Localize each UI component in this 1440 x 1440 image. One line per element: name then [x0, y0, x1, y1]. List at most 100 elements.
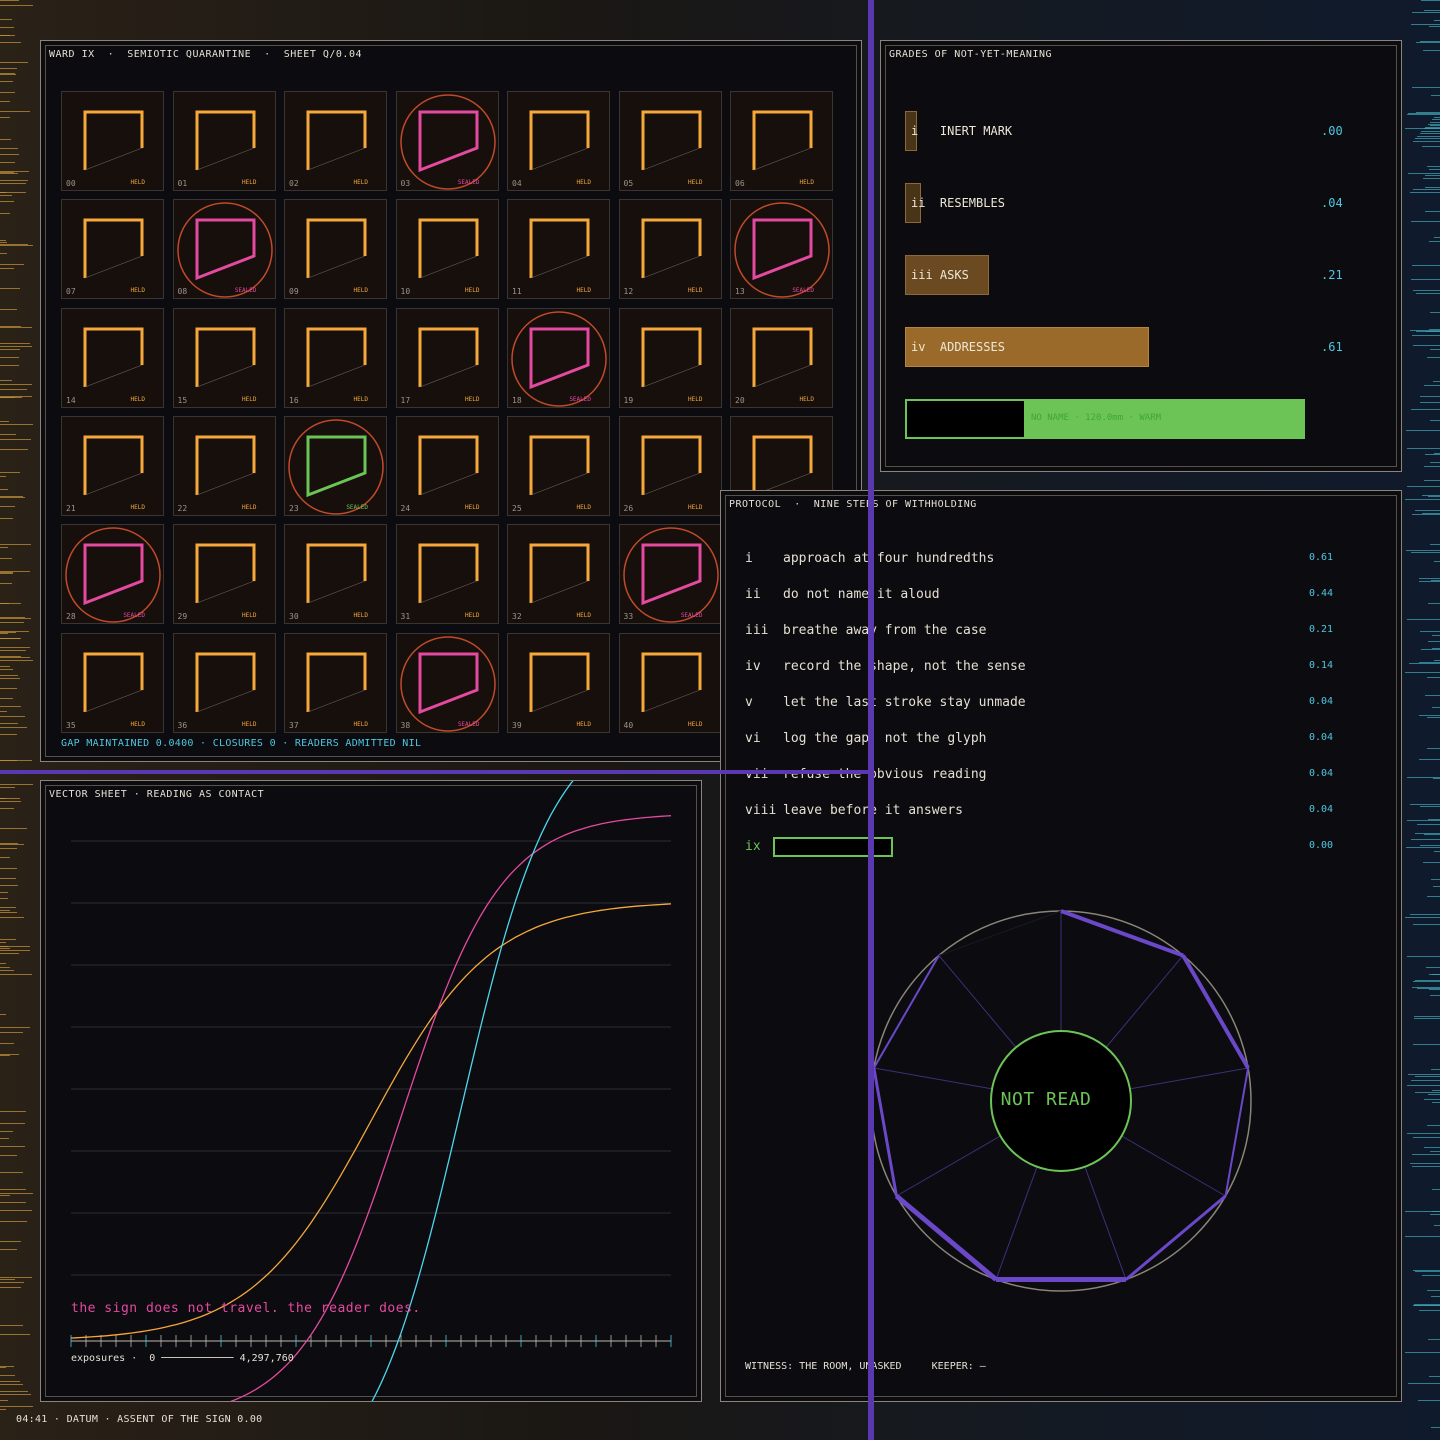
tick-mark	[0, 656, 21, 657]
quarantine-cell[interactable]: 33 SEALED	[618, 524, 722, 625]
cell-status-tag: HELD	[465, 612, 480, 620]
tick-mark	[0, 365, 19, 366]
sealed-glyph	[752, 218, 813, 281]
held-glyph	[306, 327, 367, 387]
cell-number: 24	[400, 503, 411, 513]
quarantine-cell[interactable]: 06 HELD	[730, 91, 833, 191]
quarantine-cell[interactable]: 13 SEALED	[730, 199, 833, 300]
glyph-mark	[83, 652, 144, 712]
quarantine-cell[interactable]: 15 HELD	[172, 307, 276, 408]
quarantine-cell[interactable]: 25 HELD	[507, 415, 610, 516]
unmade-stroke	[307, 689, 366, 712]
quarantine-cell[interactable]: 23 SEALED	[284, 415, 387, 516]
quarantine-cell[interactable]: 00 HELD	[61, 91, 164, 191]
tick-mark	[1408, 1074, 1440, 1075]
tick-mark	[1405, 499, 1440, 500]
quarantine-cell[interactable]: 08 SEALED	[172, 199, 276, 300]
cell-status-tag: HELD	[353, 395, 368, 403]
tick-mark	[1431, 1296, 1440, 1297]
quarantine-cell[interactable]: 16 HELD	[284, 307, 387, 408]
quarantine-cell[interactable]: 17 HELD	[395, 307, 499, 408]
held-glyph	[418, 327, 478, 387]
tick-mark	[0, 1193, 33, 1194]
quarantine-cell[interactable]: 09 HELD	[284, 199, 387, 300]
quarantine-cell[interactable]: 40 HELD	[618, 632, 722, 733]
tick-mark	[1419, 1310, 1440, 1311]
quarantine-cell[interactable]: 26 HELD	[618, 415, 722, 516]
cell-status-tag: HELD	[688, 287, 703, 295]
unmade-stroke	[196, 472, 254, 496]
witness-line: WITNESS: THE ROOM, UNASKED KEEPER: —	[745, 1361, 986, 1372]
quarantine-cell[interactable]: 14 HELD	[61, 307, 164, 408]
vector-sheet-panel: VECTOR SHEET · READING AS CONTACT the si…	[40, 780, 702, 1402]
quarantine-cell[interactable]: 29 HELD	[172, 524, 276, 625]
quarantine-cell[interactable]: 22 HELD	[172, 415, 276, 516]
tick-mark	[1430, 312, 1440, 313]
tick-mark	[1433, 381, 1440, 382]
tick-mark	[0, 603, 9, 604]
quarantine-cell[interactable]: 11 HELD	[507, 199, 610, 300]
quarantine-cell[interactable]: 20 HELD	[730, 307, 833, 408]
tick-mark	[1434, 851, 1440, 852]
unmade-stroke	[307, 364, 366, 387]
quarantine-cell[interactable]: 10 HELD	[395, 199, 499, 300]
tick-mark	[1411, 839, 1440, 840]
quarantine-cell[interactable]: 30 HELD	[284, 524, 387, 625]
quarantine-cell[interactable]: 24 HELD	[395, 415, 499, 516]
left-tick-strip	[0, 0, 40, 1440]
tick-mark	[1413, 345, 1440, 346]
quarantine-cell[interactable]: 36 HELD	[172, 632, 276, 733]
tick-mark	[0, 760, 32, 761]
right-tick-strip	[1400, 0, 1440, 1440]
tick-mark	[0, 380, 12, 381]
quarantine-cell[interactable]: 07 HELD	[61, 199, 164, 300]
tick-mark	[0, 1123, 25, 1124]
quarantine-cell[interactable]: 39 HELD	[507, 632, 610, 733]
tick-mark	[0, 660, 33, 661]
tick-mark	[1412, 335, 1440, 336]
dial-edge	[872, 1067, 898, 1197]
tick-mark	[0, 844, 24, 845]
glyph-mark	[418, 435, 478, 496]
tick-mark	[1423, 178, 1440, 179]
glyph-mark	[418, 543, 478, 604]
quarantine-cell[interactable]: 05 HELD	[618, 91, 722, 191]
tick-mark	[1432, 119, 1440, 120]
quarantine-cell[interactable]: 21 HELD	[61, 415, 164, 516]
quarantine-cell[interactable]: 02 HELD	[284, 91, 387, 191]
quarantine-cell[interactable]: 35 HELD	[61, 632, 164, 733]
dial-spoke	[938, 955, 1017, 1048]
cell-status-tag: HELD	[465, 503, 480, 511]
tick-mark	[0, 1241, 21, 1242]
quarantine-cell[interactable]: 01 HELD	[172, 91, 276, 191]
tick-mark	[1406, 847, 1440, 848]
cell-number: 39	[512, 720, 522, 730]
quarantine-cell[interactable]: 31 HELD	[395, 524, 499, 625]
tick-mark	[1419, 759, 1440, 760]
cell-status-tag: SEALED	[457, 720, 480, 728]
quarantine-cell[interactable]: 12 HELD	[618, 199, 722, 300]
tick-mark	[1424, 466, 1440, 467]
tick-mark	[1424, 1099, 1440, 1100]
tick-mark	[1430, 122, 1440, 123]
tick-mark	[0, 1221, 27, 1222]
grade-value: .61	[1321, 340, 1343, 354]
quarantine-cell[interactable]: 19 HELD	[618, 307, 722, 408]
tick-mark	[1432, 635, 1440, 636]
quarantine-cell[interactable]: 37 HELD	[284, 632, 387, 733]
quarantine-cell[interactable]: 32 HELD	[507, 524, 610, 625]
cell-number: 05	[623, 179, 634, 188]
tick-mark	[1427, 896, 1440, 897]
tick-mark	[0, 1279, 15, 1280]
tick-mark	[0, 1409, 6, 1410]
cell-status-tag: HELD	[130, 287, 145, 295]
tick-mark	[0, 558, 12, 559]
quarantine-cell[interactable]: 38 SEALED	[395, 632, 499, 733]
quarantine-cell[interactable]: 28 SEALED	[61, 524, 164, 625]
tick-mark	[1411, 409, 1440, 410]
tick-mark	[1430, 462, 1440, 463]
quarantine-cell[interactable]: 04 HELD	[507, 91, 610, 191]
quarantine-cell[interactable]: 03 SEALED	[395, 91, 499, 191]
quarantine-cell[interactable]: 18 SEALED	[507, 307, 610, 408]
tick-mark	[0, 389, 27, 390]
